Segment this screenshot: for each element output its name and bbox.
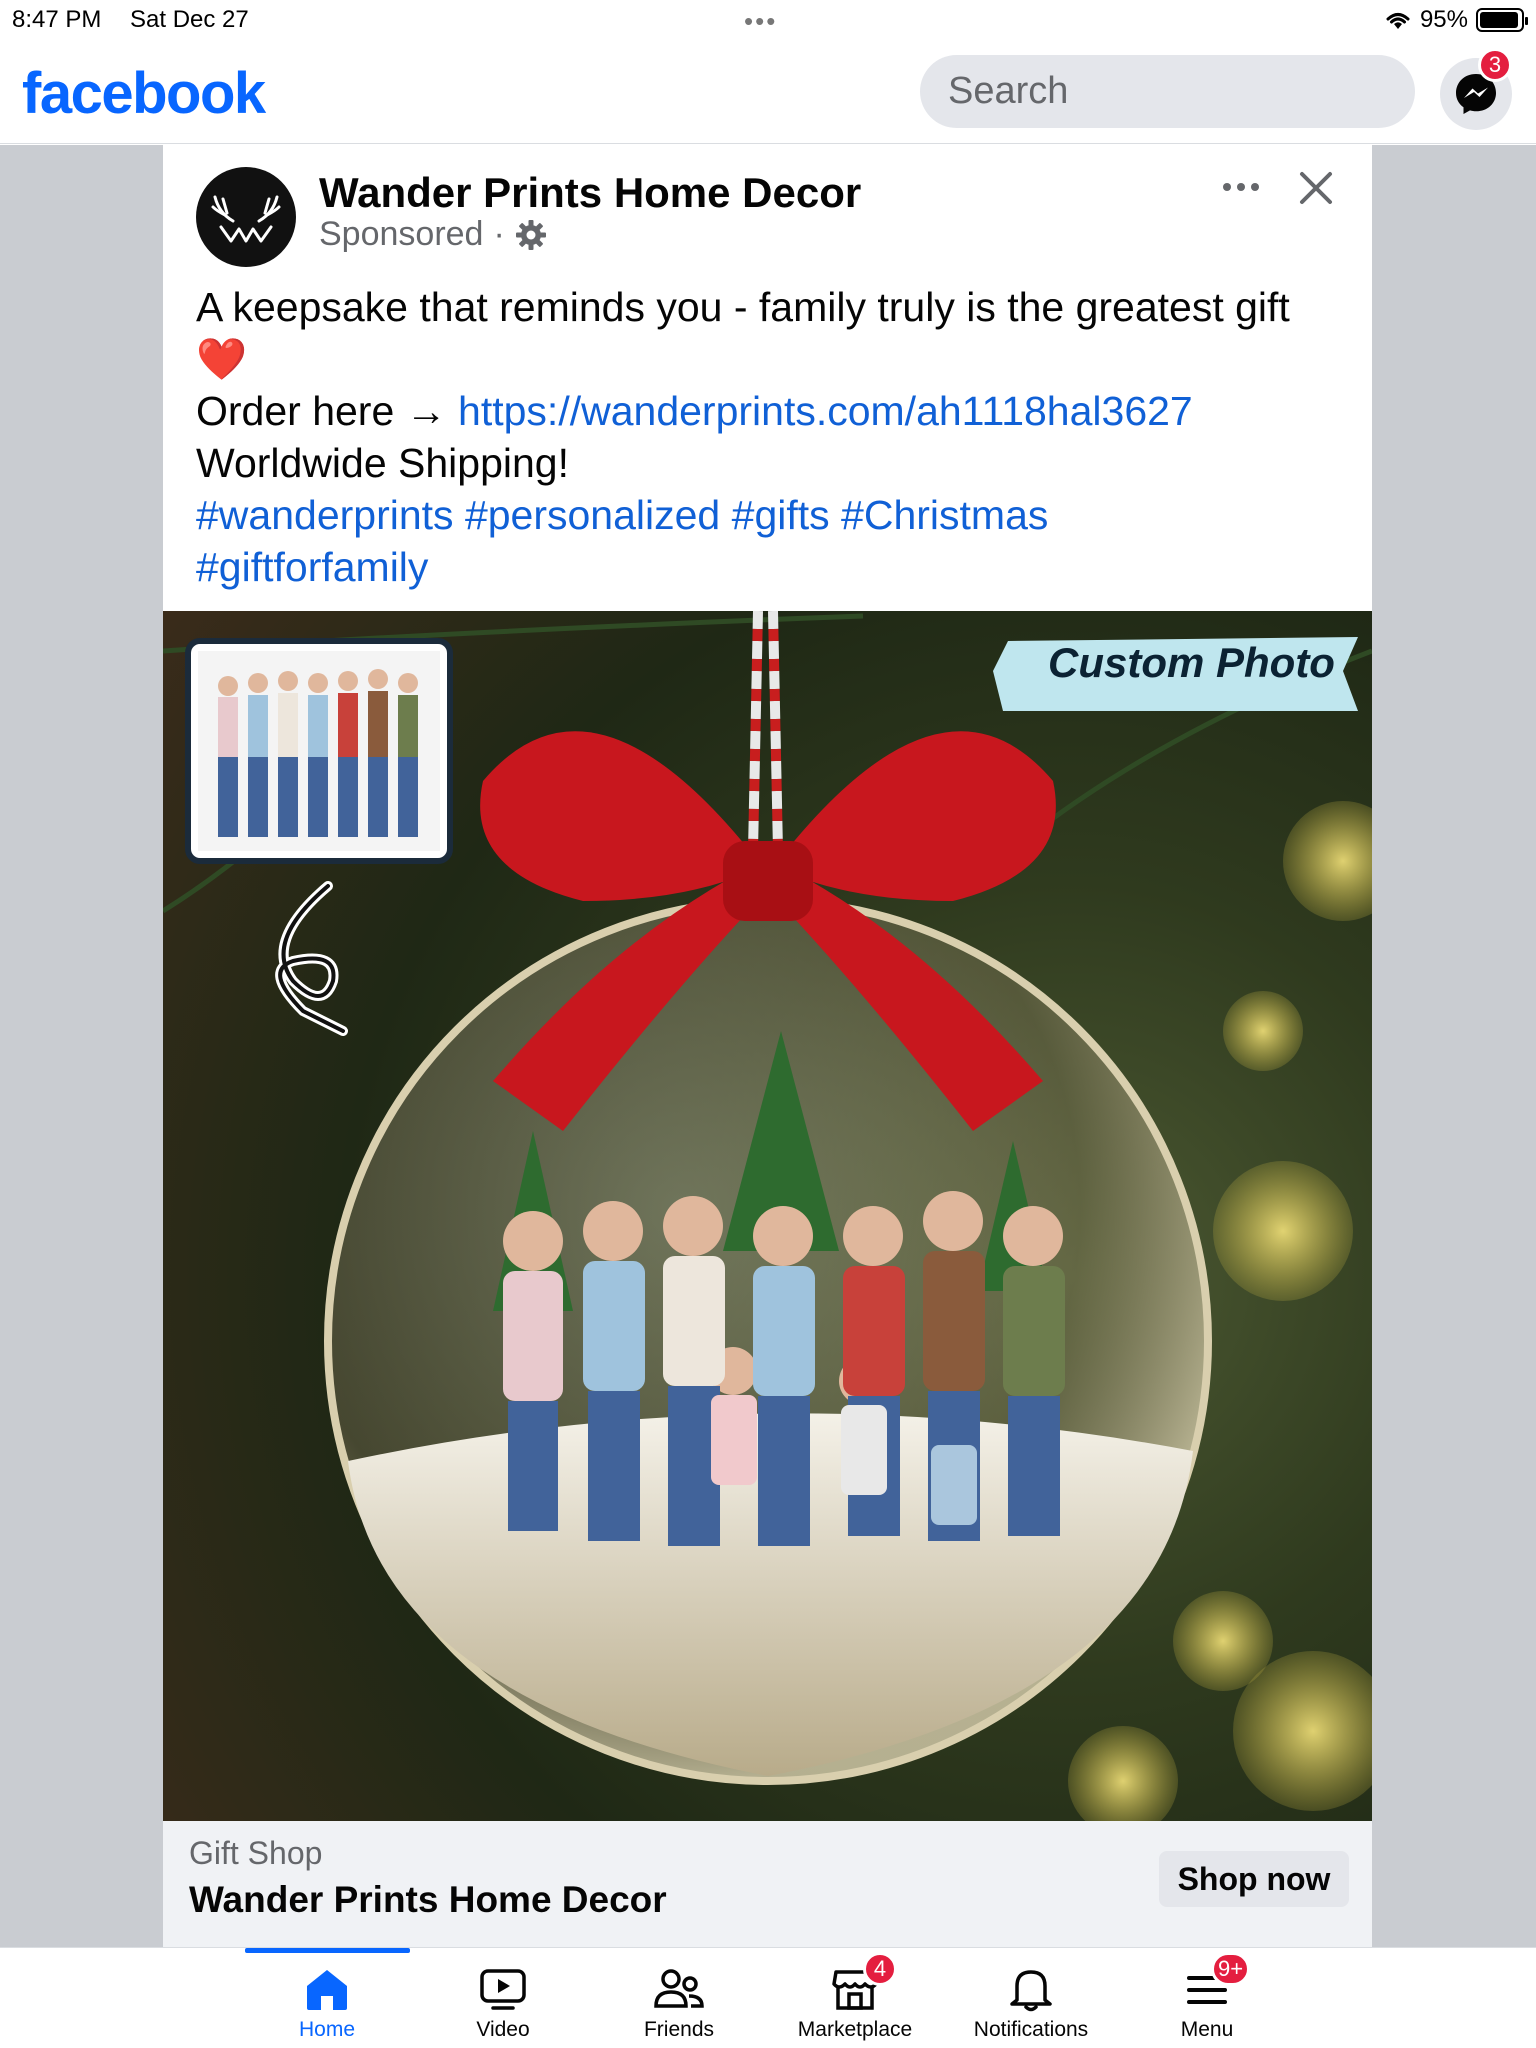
post-caption: A keepsake that reminds you - family tru… <box>196 281 1346 593</box>
status-bar: 8:47 PM Sat Dec 27 ••• 95% <box>0 0 1536 40</box>
heart-emoji-text: ❤️ <box>196 336 248 382</box>
heart-emoji: ❤️ <box>196 333 1346 385</box>
tab-label: Menu <box>1180 2018 1234 2041</box>
hashtag-link[interactable]: #Christmas <box>841 492 1048 538</box>
tab-video[interactable]: Video <box>415 1948 591 2048</box>
custom-photo-tag: Custom Photo <box>1048 639 1335 686</box>
close-icon <box>1300 172 1332 204</box>
status-date: Sat Dec 27 <box>130 6 249 33</box>
hashtag-link[interactable]: #wanderprints <box>196 492 454 538</box>
hashtags: #wanderprints #personalized #gifts #Chri… <box>196 489 1346 593</box>
hide-post-button[interactable] <box>1291 163 1341 213</box>
messenger-button[interactable]: 3 <box>1440 48 1512 130</box>
ornament-illustration <box>163 611 1372 1821</box>
battery-icon <box>1476 8 1528 32</box>
bottom-tab-bar: Home Video Friends 4 Marketplace Notific… <box>0 1947 1536 2048</box>
order-link[interactable]: https://wanderprints.com/ah1118hal3627 <box>458 388 1193 434</box>
video-icon <box>480 1969 526 2010</box>
cta-title[interactable]: Wander Prints Home Decor <box>189 1879 667 1921</box>
hashtag-link[interactable]: #gifts <box>732 492 830 538</box>
antler-logo-icon <box>211 195 281 243</box>
more-icon <box>1223 183 1259 191</box>
bell-icon <box>1010 1970 1052 2012</box>
multitasking-dots-icon[interactable]: ••• <box>744 6 777 37</box>
facebook-logo[interactable]: facebook <box>22 60 266 127</box>
wifi-icon <box>1386 13 1410 29</box>
caption-line: A keepsake that reminds you - family tru… <box>196 284 1290 330</box>
news-feed[interactable]: Wander Prints Home Decor Sponsored · A k… <box>0 145 1536 1947</box>
tab-menu[interactable]: 9+ Menu <box>1119 1948 1295 2048</box>
order-prefix: Order here → <box>196 388 459 434</box>
tab-label: Marketplace <box>797 2018 913 2041</box>
page-avatar[interactable] <box>196 167 296 267</box>
settings-gear-icon[interactable] <box>515 219 547 251</box>
status-indicators: 95% <box>1384 6 1528 34</box>
marketplace-badge: 4 <box>863 1952 897 1986</box>
home-icon <box>307 1970 347 2010</box>
tab-home[interactable]: Home <box>239 1948 415 2048</box>
sponsored-post: Wander Prints Home Decor Sponsored · A k… <box>163 145 1372 1947</box>
post-header: Wander Prints Home Decor Sponsored · <box>163 145 1372 267</box>
hashtag-link[interactable]: #giftforfamily <box>196 544 428 590</box>
custom-photo-thumbnail <box>185 638 453 864</box>
sponsored-label: Sponsored · <box>319 215 547 254</box>
tab-label: Video <box>476 2018 530 2041</box>
tab-label: Friends <box>643 2018 715 2041</box>
tab-notifications[interactable]: Notifications <box>943 1948 1119 2048</box>
tab-label: Home <box>298 2018 356 2041</box>
sponsored-text: Sponsored <box>319 215 484 253</box>
ad-image[interactable]: Custom Photo <box>163 611 1372 1821</box>
call-to-action-bar[interactable]: Gift Shop Wander Prints Home Decor Shop … <box>163 1821 1372 1947</box>
top-navigation-bar: facebook 3 <box>0 40 1536 144</box>
status-time: 8:47 PM <box>12 6 102 33</box>
separator-dot: · <box>493 215 505 253</box>
shop-now-button[interactable]: Shop now <box>1159 1851 1349 1907</box>
battery-percent: 95% <box>1419 6 1468 33</box>
page-name[interactable]: Wander Prints Home Decor <box>319 169 861 217</box>
shipping-line: Worldwide Shipping! <box>196 440 570 486</box>
messenger-badge: 3 <box>1478 48 1512 82</box>
menu-badge: 9+ <box>1211 1952 1251 1986</box>
tab-marketplace[interactable]: 4 Marketplace <box>767 1948 943 2048</box>
hashtag-link[interactable]: #personalized <box>465 492 720 538</box>
cta-source: Gift Shop <box>189 1835 323 1871</box>
tab-label: Notifications <box>973 2018 1089 2041</box>
more-options-button[interactable] <box>1211 165 1271 209</box>
friends-icon <box>654 1969 704 2008</box>
order-line: Order here → https://wanderprints.com/ah… <box>196 385 1346 437</box>
tab-friends[interactable]: Friends <box>591 1948 767 2048</box>
search-input[interactable] <box>920 55 1415 128</box>
search-bar[interactable] <box>920 55 1415 128</box>
